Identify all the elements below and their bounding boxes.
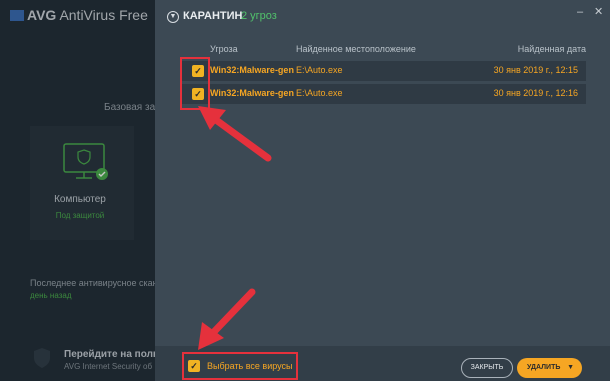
annotation-arrows: [198, 106, 272, 350]
arrow-up-icon: [198, 106, 272, 162]
arrow-down-icon: [198, 288, 256, 350]
